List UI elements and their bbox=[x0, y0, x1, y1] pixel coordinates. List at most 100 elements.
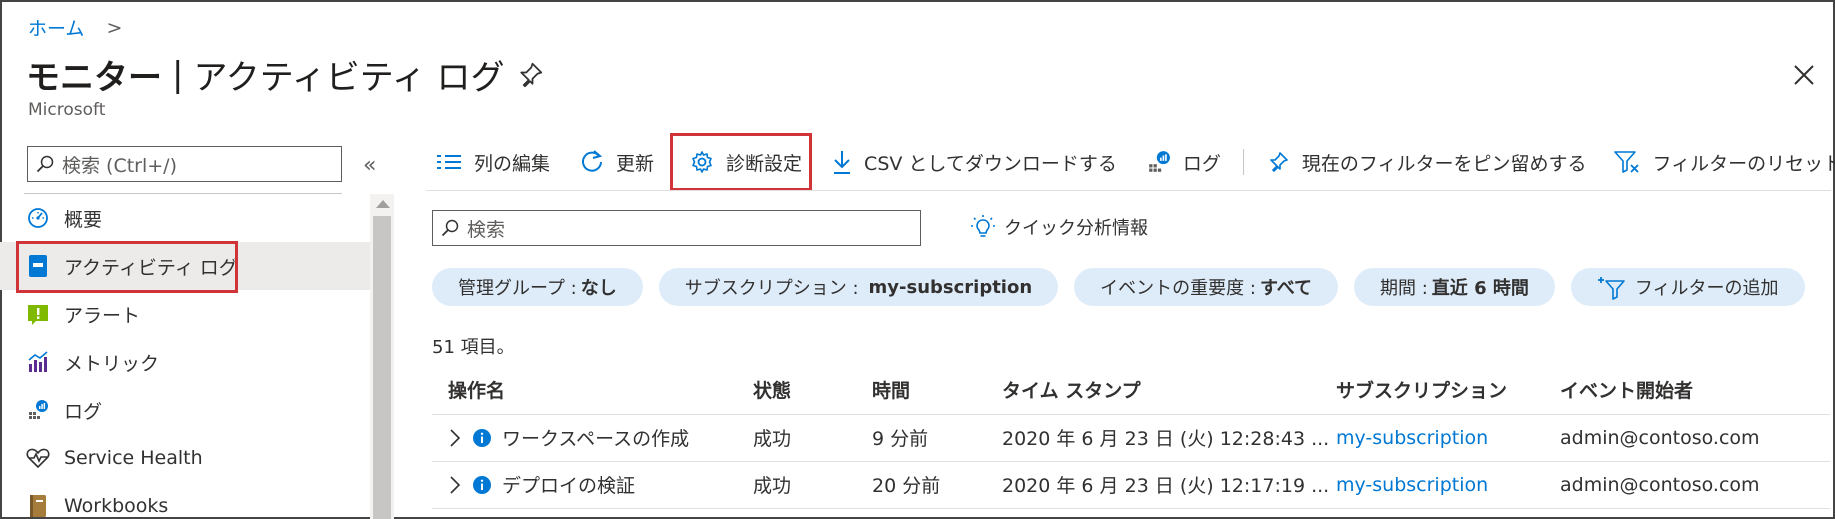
download-icon bbox=[834, 151, 851, 174]
search-placeholder: 検索 bbox=[467, 218, 506, 241]
status-cell: 成功 bbox=[753, 460, 872, 509]
collapse-sidebar-button[interactable]: « bbox=[363, 153, 376, 178]
filter-pill-value: すべて bbox=[1259, 278, 1312, 299]
list-icon bbox=[437, 155, 461, 169]
column-header-status[interactable]: 状態 bbox=[753, 366, 872, 414]
pin-filters-label: 現在のフィルターをピン留めする bbox=[1301, 152, 1587, 175]
table-header-row: 操作名 状態 時間 タイム スタンプ サブスクリプション イベント開始者 bbox=[432, 366, 1830, 414]
toolbar-divider bbox=[426, 190, 1831, 191]
sidebar-item-service-health[interactable]: Service Health bbox=[0, 434, 370, 482]
chevron-right-icon[interactable] bbox=[448, 428, 462, 448]
pin-icon[interactable] bbox=[515, 60, 545, 90]
page-title: モニター | アクティビティ ログ bbox=[26, 50, 545, 99]
filter-pill-subscription[interactable]: サブスクリプション : my-subscription bbox=[658, 268, 1059, 306]
info-icon bbox=[473, 428, 491, 447]
page-title-prefix: モニター bbox=[26, 58, 162, 98]
logs-icon bbox=[1149, 151, 1170, 172]
operation-name: ワークスペースの作成 bbox=[502, 428, 690, 450]
add-filter-label: フィルターの追加 bbox=[1634, 278, 1779, 299]
breadcrumb-home-link[interactable]: ホーム bbox=[28, 14, 84, 41]
activity-log-table: 操作名 状態 時間 タイム スタンプ サブスクリプション イベント開始者 ワーク… bbox=[432, 366, 1830, 509]
table-row[interactable]: デプロイの検証 成功 20 分前 2020 年 6 月 23 日 (火) 12:… bbox=[432, 460, 1830, 509]
filter-pill-severity[interactable]: イベントの重要度 : すべて bbox=[1074, 268, 1338, 306]
sidebar-item-alerts[interactable]: アラート bbox=[0, 290, 370, 338]
close-icon[interactable] bbox=[1793, 64, 1815, 86]
heart-pulse-icon bbox=[26, 446, 50, 470]
page-title-separator: | bbox=[172, 54, 184, 95]
filter-pill-label: サブスクリプション : bbox=[684, 278, 859, 299]
filter-reset-icon bbox=[1614, 151, 1640, 173]
time-cell: 20 分前 bbox=[872, 460, 1002, 509]
add-filter-icon bbox=[1597, 277, 1625, 300]
subscription-link[interactable]: my-subscription bbox=[1336, 460, 1560, 509]
filter-pill-value: my-subscription bbox=[868, 276, 1033, 298]
refresh-button[interactable]: 更新 bbox=[580, 149, 654, 176]
item-count: 51 項目。 bbox=[432, 337, 515, 358]
scroll-up-arrow-icon[interactable] bbox=[376, 200, 390, 208]
column-header-operation[interactable]: 操作名 bbox=[432, 366, 753, 414]
table-row[interactable]: ワークスペースの作成 成功 9 分前 2020 年 6 月 23 日 (火) 1… bbox=[432, 413, 1830, 461]
sidebar-item-label: ログ bbox=[64, 400, 103, 423]
column-header-initiator[interactable]: イベント開始者 bbox=[1560, 366, 1830, 414]
time-cell: 9 分前 bbox=[872, 413, 1002, 461]
column-header-time[interactable]: 時間 bbox=[872, 366, 1002, 414]
sidebar-item-label: Workbooks bbox=[64, 495, 169, 517]
sidebar-item-metrics[interactable]: メトリック bbox=[0, 338, 370, 386]
sidebar-item-label: メトリック bbox=[64, 352, 160, 375]
quick-insights-button[interactable]: クイック分析情報 bbox=[970, 214, 1148, 240]
operation-cell: デプロイの検証 bbox=[432, 460, 753, 509]
sidebar-item-workbooks[interactable]: Workbooks bbox=[0, 482, 370, 519]
column-header-subscription[interactable]: サブスクリプション bbox=[1336, 366, 1560, 414]
page-subtitle: Microsoft bbox=[28, 100, 106, 120]
breadcrumb: ホーム > bbox=[28, 14, 122, 41]
pin-icon bbox=[1270, 152, 1288, 172]
page-title-name: アクティビティ ログ bbox=[193, 58, 505, 98]
edit-columns-label: 列の編集 bbox=[474, 152, 551, 175]
sidebar-search-input[interactable]: 検索 (Ctrl+/) bbox=[27, 146, 342, 182]
highlight-frame-diagnostic-settings bbox=[670, 133, 812, 191]
initiator-cell: admin@contoso.com bbox=[1560, 460, 1830, 509]
info-icon bbox=[473, 475, 491, 494]
sidebar-item-logs[interactable]: ログ bbox=[0, 386, 370, 434]
download-csv-button[interactable]: CSV としてダウンロードする bbox=[832, 149, 1117, 176]
gauge-icon bbox=[26, 206, 50, 230]
logs-icon bbox=[26, 398, 50, 422]
alert-icon bbox=[26, 302, 50, 326]
refresh-label: 更新 bbox=[616, 152, 655, 175]
workbook-icon bbox=[26, 494, 50, 518]
sidebar-search-placeholder: 検索 (Ctrl+/) bbox=[62, 154, 177, 177]
timestamp-cell: 2020 年 6 月 23 日 (火) 12:28:43 ... bbox=[1002, 413, 1336, 461]
sidebar-item-label: アラート bbox=[64, 304, 141, 327]
status-cell: 成功 bbox=[753, 413, 872, 461]
filter-pill-value: なし bbox=[580, 278, 617, 299]
edit-columns-button[interactable]: 列の編集 bbox=[436, 149, 550, 176]
logs-button[interactable]: ログ bbox=[1147, 149, 1221, 176]
subscription-link[interactable]: my-subscription bbox=[1336, 413, 1560, 461]
add-filter-button[interactable]: フィルターの追加 bbox=[1570, 268, 1805, 306]
quick-insights-label: クイック分析情報 bbox=[1004, 218, 1148, 239]
initiator-cell: admin@contoso.com bbox=[1560, 413, 1830, 461]
sidebar-item-label: 概要 bbox=[64, 208, 103, 231]
filter-pill-management-group[interactable]: 管理グループ : なし bbox=[432, 268, 643, 306]
filter-pill-label: 管理グループ : bbox=[458, 278, 577, 299]
sidebar-scrollbar-thumb[interactable] bbox=[373, 216, 391, 519]
column-header-timestamp[interactable]: タイム スタンプ bbox=[1002, 366, 1336, 414]
reset-filters-button[interactable]: フィルターのリセット bbox=[1614, 149, 1835, 176]
command-bar: 列の編集 更新 診断設定 CSV としてダウンロードする ログ 現在のフィルター… bbox=[430, 140, 1835, 184]
operation-name: デプロイの検証 bbox=[502, 475, 636, 497]
reset-filters-label: フィルターのリセット bbox=[1652, 152, 1835, 175]
pin-filters-button[interactable]: 現在のフィルターをピン留めする bbox=[1266, 149, 1587, 176]
toolbar-separator bbox=[1242, 149, 1244, 175]
breadcrumb-separator: > bbox=[106, 16, 123, 39]
logs-label: ログ bbox=[1182, 152, 1221, 175]
filter-pill-label: イベントの重要度 : bbox=[1100, 278, 1256, 299]
refresh-icon bbox=[582, 150, 603, 172]
search-icon bbox=[36, 155, 54, 173]
chevron-right-icon[interactable] bbox=[448, 475, 462, 495]
metrics-icon bbox=[26, 350, 50, 374]
sidebar-item-overview[interactable]: 概要 bbox=[0, 194, 370, 242]
filter-pills: 管理グループ : なし サブスクリプション : my-subscription … bbox=[432, 268, 1805, 306]
search-input[interactable]: 検索 bbox=[432, 210, 921, 246]
filter-pill-timespan[interactable]: 期間 : 直近 6 時間 bbox=[1354, 268, 1555, 306]
sidebar-item-label: Service Health bbox=[64, 447, 203, 469]
